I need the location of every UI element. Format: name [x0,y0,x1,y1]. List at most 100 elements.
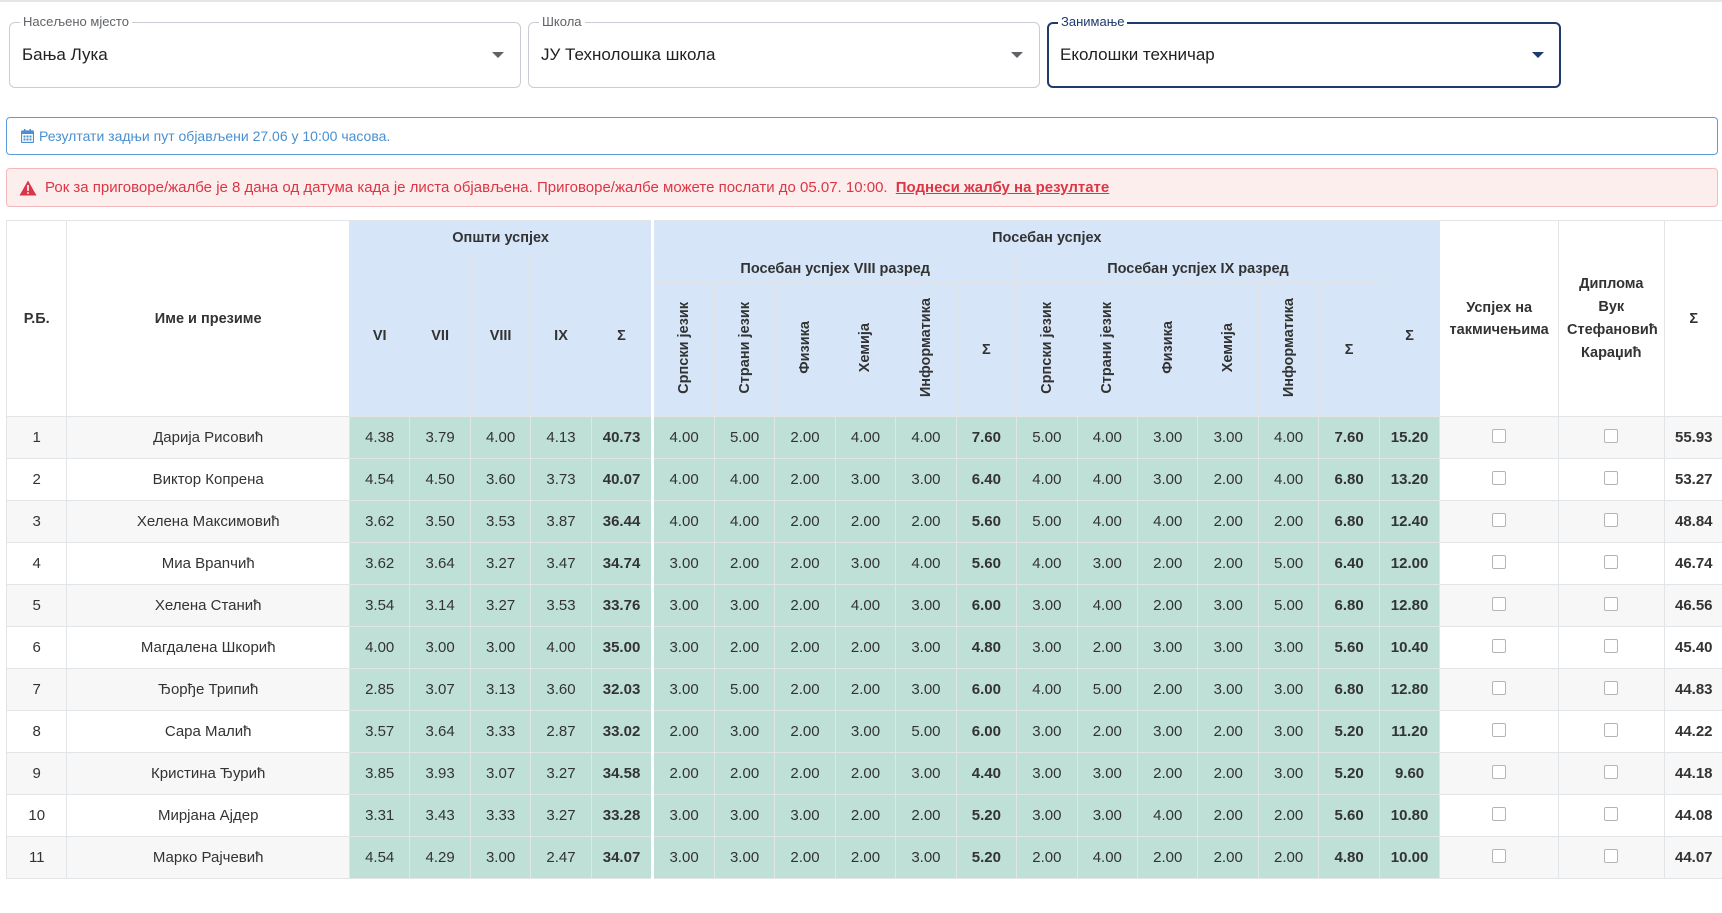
special-sum-cell: 10.00 [1378,836,1441,879]
special-ix-grade-cell: 2.00 [1016,836,1078,879]
special-viii-grade-cell: 3.00 [895,668,957,711]
diploma-checkbox[interactable] [1604,597,1619,611]
diploma-cell [1558,668,1665,711]
rank-cell: 6 [5,626,68,669]
special-viii-sum-cell: 5.60 [955,500,1018,543]
special-ix-grade-cell: 2.00 [1197,542,1259,585]
special-viii-grade-cell: 2.00 [651,710,715,753]
general-sum-cell: 36.44 [590,500,654,543]
special-viii-sum-cell: 5.20 [955,794,1018,837]
special-viii-grade-cell: 3.00 [895,584,957,627]
col-name: Име и презиме [66,220,350,417]
general-grade-cell: 3.13 [469,668,532,711]
table-row: 2 Виктор Копрена 4.54 4.50 3.60 3.73 40.07 4.00… [5,458,1722,501]
special-sum-cell: 12.40 [1378,500,1441,543]
col-special-ix-group: Посебан успјех IX разред [1016,255,1380,283]
special-ix-grade-cell: 3.00 [1076,794,1139,837]
general-grade-cell: 3.79 [409,416,471,459]
competitions-checkbox[interactable] [1492,723,1507,737]
special-ix-sum-cell: 4.80 [1318,836,1380,879]
special-viii-grade-cell: 3.00 [895,458,957,501]
special-ix-grade-cell: 2.00 [1197,458,1259,501]
competitions-checkbox[interactable] [1492,765,1507,779]
chevron-down-icon[interactable] [1011,52,1023,58]
diploma-cell [1558,584,1665,627]
special-viii-grade-cell: 2.00 [895,794,957,837]
special-sum-cell: 10.80 [1378,794,1441,837]
general-grade-cell: 3.53 [530,584,592,627]
general-grade-cell: 3.64 [409,542,471,585]
col-general-vii: VII [409,255,471,417]
diploma-checkbox[interactable] [1604,513,1619,527]
special-viii-grade-cell: 2.00 [834,836,897,879]
special-ix-grade-cell: 3.00 [1016,626,1078,669]
general-grade-cell: 3.27 [530,752,592,795]
occupation-select[interactable]: Занимање Еколошки техничар [1047,13,1561,88]
special-viii-grade-cell: 2.00 [774,416,836,459]
student-name-cell: Хелена Станић [66,584,350,627]
diploma-checkbox[interactable] [1604,639,1619,653]
competitions-checkbox[interactable] [1492,639,1507,653]
special-viii-grade-cell: 2.00 [834,500,897,543]
special-sum-cell: 10.40 [1378,626,1441,669]
col-special-group: Посебан успјех [651,220,1441,256]
competitions-checkbox[interactable] [1492,681,1507,695]
general-grade-cell: 3.73 [530,458,592,501]
school-select[interactable]: Школа ЈУ Технолошка школа [528,13,1040,88]
special-ix-grade-cell: 2.00 [1137,752,1199,795]
special-ix-sum-cell: 5.60 [1318,626,1380,669]
competitions-checkbox[interactable] [1492,849,1507,863]
diploma-checkbox[interactable] [1604,471,1619,485]
general-grade-cell: 3.60 [530,668,592,711]
city-select[interactable]: Насељено мјесто Бања Лука [9,13,521,88]
special-ix-sum-cell: 7.60 [1318,416,1380,459]
diploma-checkbox[interactable] [1604,765,1619,779]
special-viii-grade-cell: 4.00 [713,458,776,501]
competitions-checkbox[interactable] [1492,471,1507,485]
general-grade-cell: 3.27 [469,542,532,585]
diploma-checkbox[interactable] [1604,429,1619,443]
special-ix-grade-cell: 2.00 [1076,626,1139,669]
competitions-checkbox[interactable] [1492,429,1507,443]
diploma-checkbox[interactable] [1604,807,1619,821]
competitions-checkbox[interactable] [1492,513,1507,527]
rank-cell: 11 [5,836,68,879]
special-ix-grade-cell: 2.00 [1257,836,1320,879]
competitions-cell [1439,416,1559,459]
special-ix-grade-cell: 3.00 [1137,626,1199,669]
results-table: Р.Б. Име и презиме Општи успјех Посебан … [5,220,1722,879]
special-viii-grade-cell: 4.00 [895,542,957,585]
student-name-cell: Сара Малић [66,710,350,753]
diploma-checkbox[interactable] [1604,849,1619,863]
diploma-checkbox[interactable] [1604,681,1619,695]
diploma-checkbox[interactable] [1604,555,1619,569]
general-grade-cell: 3.43 [409,794,471,837]
competitions-cell [1439,500,1559,543]
diploma-checkbox[interactable] [1604,723,1619,737]
submit-appeal-link[interactable]: Поднеси жалбу на резултате [896,179,1109,196]
table-row: 11 Марко Рајчевић 4.54 4.29 3.00 2.47 34.07 3.0… [5,836,1722,879]
general-grade-cell: 3.50 [409,500,471,543]
general-grade-cell: 3.47 [530,542,592,585]
total-cell: 55.93 [1663,416,1722,459]
special-ix-grade-cell: 2.00 [1197,836,1259,879]
diploma-cell [1558,794,1665,837]
competitions-checkbox[interactable] [1492,807,1507,821]
general-grade-cell: 4.00 [530,626,592,669]
general-grade-cell: 4.29 [409,836,471,879]
general-sum-cell: 34.07 [590,836,654,879]
col-ix-subject-2: Физика [1137,282,1199,417]
special-viii-grade-cell: 2.00 [834,626,897,669]
general-grade-cell: 4.13 [530,416,592,459]
col-viii-subject-2: Физика [774,282,836,417]
competitions-checkbox[interactable] [1492,597,1507,611]
special-ix-grade-cell: 3.00 [1257,752,1320,795]
special-ix-grade-cell: 3.00 [1016,584,1078,627]
general-grade-cell: 3.53 [469,500,532,543]
chevron-down-icon[interactable] [492,52,504,58]
competitions-checkbox[interactable] [1492,555,1507,569]
special-ix-grade-cell: 3.00 [1257,668,1320,711]
special-ix-grade-cell: 2.00 [1076,710,1139,753]
chevron-down-icon[interactable] [1532,52,1544,58]
col-ix-subject-0: Српски језик [1016,282,1078,417]
